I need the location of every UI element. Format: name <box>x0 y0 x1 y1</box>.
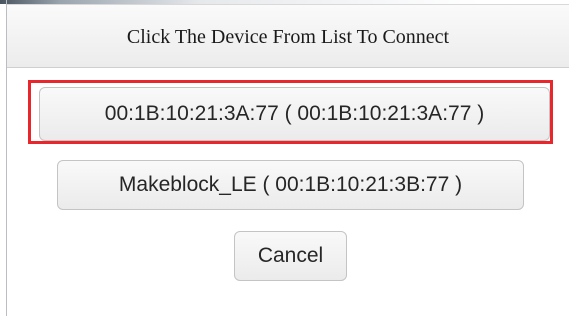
dialog-header: Click The Device From List To Connect <box>7 4 569 68</box>
dialog-title: Click The Device From List To Connect <box>126 26 450 48</box>
device-button-makeblock-le[interactable]: Makeblock_LE ( 00:1B:10:21:3B:77 ) <box>57 160 524 210</box>
device-button-1[interactable]: 00:1B:10:21:3A:77 ( 00:1B:10:21:3A:77 ) <box>39 87 550 141</box>
connect-device-dialog: Click The Device From List To Connect 00… <box>0 0 569 316</box>
cancel-button[interactable]: Cancel <box>234 231 347 281</box>
